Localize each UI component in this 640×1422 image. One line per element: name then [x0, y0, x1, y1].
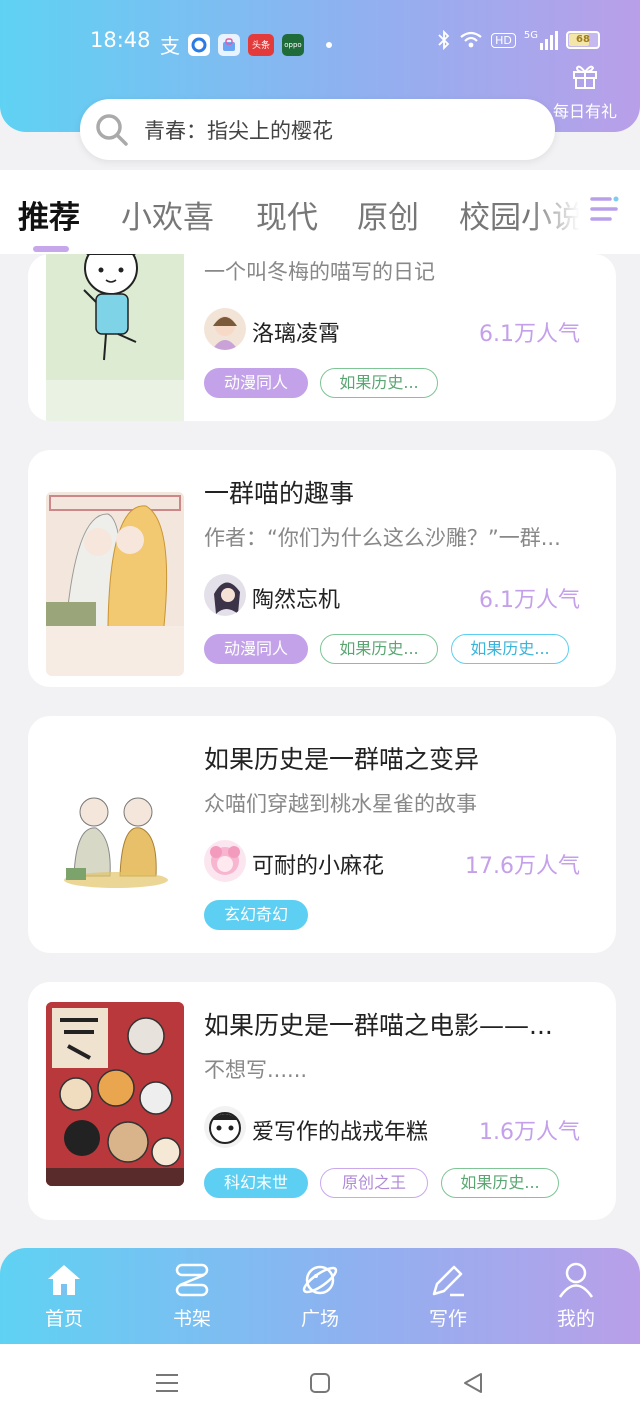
home-square-icon[interactable]	[309, 1372, 331, 1394]
nav-home[interactable]: 首页	[14, 1260, 114, 1331]
book-title: 一群喵的趣事	[204, 479, 355, 508]
category-menu-icon[interactable]	[588, 194, 620, 224]
author-name: 可耐的小麻花	[252, 854, 385, 879]
popularity: 1.6万人气	[479, 1120, 580, 1145]
author-avatar	[204, 308, 246, 350]
store-icon	[218, 33, 240, 56]
nav-label: 首页	[44, 1308, 83, 1330]
book-cover	[46, 254, 184, 421]
author-name: 爱写作的战戎年糕	[252, 1120, 429, 1145]
tab-xiaohuanxi[interactable]: 小欢喜	[121, 192, 214, 237]
book-title: 如果历史是一群喵之变异	[204, 745, 480, 774]
oppo-icon: oppo	[282, 33, 304, 56]
nav-label: 书架	[172, 1308, 211, 1330]
search-bar[interactable]: 青春：指尖上的樱花	[80, 99, 555, 160]
nav-plaza[interactable]: 广场	[270, 1260, 370, 1331]
book-desc: 不想写......	[204, 1058, 308, 1082]
status-bar: 18:48 支 头条 oppo HD 5G 68	[0, 28, 640, 58]
menu-icon[interactable]	[154, 1372, 180, 1394]
daily-gift-button[interactable]: 每日有礼	[550, 62, 620, 122]
bookshelf-icon	[175, 1263, 209, 1297]
nav-profile[interactable]: 我的	[526, 1260, 626, 1331]
book-card[interactable]: 一个叫冬梅的喵写的日记 洛璃凌霄 6.1万人气 动漫同人 如果历史...	[28, 254, 616, 421]
more-notifications-dot	[326, 41, 332, 48]
nav-bookshelf[interactable]: 书架	[142, 1260, 242, 1331]
book-card[interactable]: 一群喵的趣事 作者：“你们为什么这么沙雕？”一群... 陶然忘机 6.1万人气 …	[28, 450, 616, 687]
search-placeholder: 青春：指尖上的樱花	[144, 118, 333, 143]
author-avatar	[204, 840, 246, 882]
planet-icon	[302, 1265, 338, 1295]
tab-modern[interactable]: 现代	[256, 192, 318, 237]
book-tag[interactable]: 动漫同人	[204, 634, 308, 664]
alipay-icon: 支	[160, 34, 180, 58]
battery-level: 68	[576, 34, 590, 45]
nav-label: 广场	[300, 1308, 339, 1330]
book-card[interactable]: 如果历史是一群喵之变异 众喵们穿越到桃水星雀的故事 可耐的小麻花 17.6万人气…	[28, 716, 616, 953]
back-icon[interactable]	[462, 1372, 484, 1394]
gift-icon	[573, 65, 597, 89]
author-avatar	[204, 574, 246, 616]
browser-icon	[188, 33, 210, 56]
book-tag[interactable]: 如果历史...	[441, 1168, 559, 1198]
home-icon	[48, 1265, 80, 1295]
book-cover	[46, 768, 184, 952]
signal-icon: 5G	[524, 30, 558, 50]
search-icon	[96, 113, 128, 146]
book-tag[interactable]: 动漫同人	[204, 368, 308, 398]
pen-icon	[432, 1265, 464, 1297]
book-tag[interactable]: 如果历史...	[320, 634, 438, 664]
author-name: 陶然忘机	[252, 588, 341, 613]
book-card[interactable]: 如果历史是一群喵之电影——... 不想写...... 爱写作的战戎年糕 1.6万…	[28, 982, 616, 1220]
bluetooth-icon	[438, 30, 450, 50]
book-desc: 一个叫冬梅的喵写的日记	[204, 260, 435, 284]
book-tag[interactable]: 如果历史...	[320, 368, 438, 398]
book-desc: 作者：“你们为什么这么沙雕？”一群...	[204, 526, 561, 550]
battery-icon: 68	[566, 31, 600, 49]
nav-label: 写作	[428, 1308, 467, 1330]
active-tab-indicator	[33, 246, 69, 252]
toutiao-icon: 头条	[248, 33, 274, 56]
notification-icons: 支 头条 oppo	[160, 30, 332, 59]
book-tag[interactable]: 玄幻奇幻	[204, 900, 308, 930]
system-nav-bar	[0, 1344, 640, 1422]
nav-label: 我的	[556, 1308, 595, 1330]
book-title: 如果历史是一群喵之电影——...	[204, 1011, 553, 1040]
network-type: 5G	[523, 30, 538, 41]
author-avatar	[204, 1106, 246, 1148]
popularity: 17.6万人气	[465, 854, 580, 879]
popularity: 6.1万人气	[479, 322, 580, 347]
hd-badge: HD	[491, 32, 516, 48]
book-cover	[46, 492, 184, 676]
book-cover	[46, 1002, 184, 1186]
nav-write[interactable]: 写作	[398, 1260, 498, 1331]
status-time: 18:48	[90, 28, 151, 52]
daily-gift-label: 每日有礼	[552, 102, 617, 121]
book-tag[interactable]: 如果历史...	[451, 634, 569, 664]
tab-recommend[interactable]: 推荐	[18, 192, 80, 237]
category-tabs: 推荐 小欢喜 现代 原创 校园小说	[0, 170, 640, 254]
tabs-fade	[530, 170, 640, 254]
book-desc: 众喵们穿越到桃水星雀的故事	[204, 792, 477, 816]
author-name: 洛璃凌霄	[252, 322, 341, 347]
user-icon	[558, 1262, 594, 1298]
bottom-nav: 首页 书架 广场 写作 我的	[0, 1248, 640, 1344]
popularity: 6.1万人气	[479, 588, 580, 613]
system-status: HD 5G 68	[437, 30, 600, 50]
tab-original[interactable]: 原创	[357, 192, 419, 237]
wifi-icon	[460, 31, 482, 48]
book-tag[interactable]: 科幻末世	[204, 1168, 308, 1198]
book-tag[interactable]: 原创之王	[320, 1168, 428, 1198]
